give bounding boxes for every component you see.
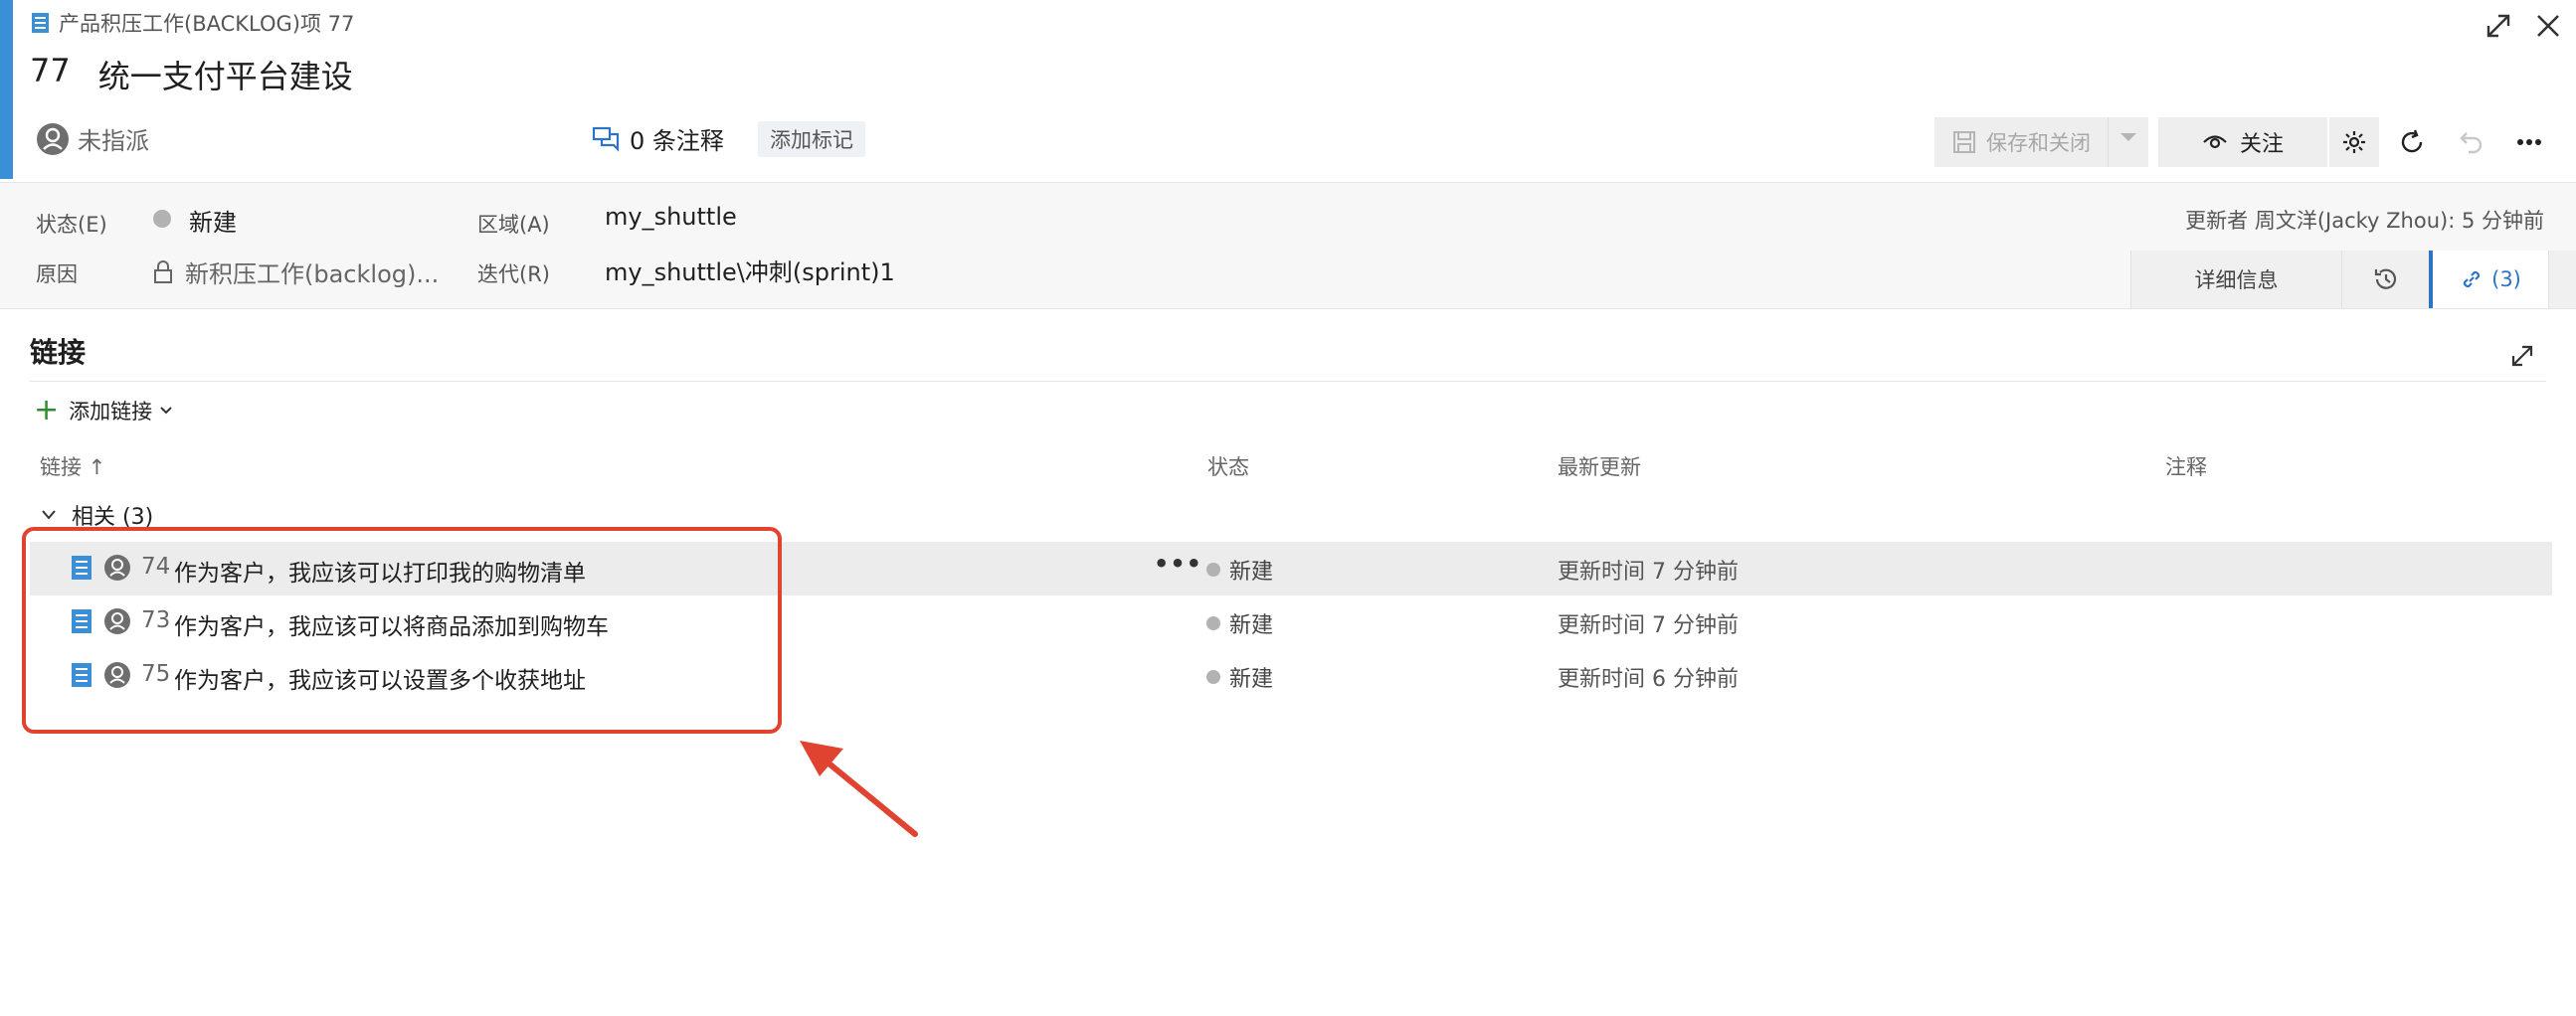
assignee-picker[interactable]: 未指派	[36, 121, 149, 156]
link-icon	[2464, 270, 2481, 288]
work-item-title-text: 统一支付平台建设	[97, 58, 353, 95]
section-divider	[30, 381, 2546, 382]
state-indicator	[153, 210, 171, 228]
backlog-item-icon	[32, 13, 49, 33]
history-icon	[2374, 268, 2396, 289]
save-icon	[1953, 131, 1975, 153]
linked-item-updated: 更新时间 6 分钟前	[1558, 667, 1739, 692]
close-button[interactable]	[2526, 4, 2570, 48]
updated-by-text: 更新者 周文洋(Jacky Zhou): 5 分钟前	[2185, 209, 2544, 233]
linked-item-state: 新建	[1229, 667, 1274, 692]
undo-icon	[2460, 132, 2483, 154]
assignee-name: 未指派	[78, 127, 149, 155]
expand-icon	[2511, 345, 2533, 367]
close-icon	[2537, 15, 2559, 37]
expand-icon	[2486, 14, 2510, 38]
annotation-arrow-icon	[800, 741, 918, 837]
state-indicator	[1206, 563, 1220, 577]
work-item-header: 产品积压工作(BACKLOG)项 77 77 统一支付平台建设 未指派 0 条注…	[0, 0, 2576, 182]
page-tabs: 详细信息 (3)	[2130, 251, 2576, 308]
follow-label: 关注	[2239, 132, 2284, 157]
linked-item-state: 新建	[1229, 560, 1274, 585]
comments-count: 0 条注释	[630, 127, 724, 155]
plus-icon: +	[34, 393, 60, 427]
add-link-button[interactable]: + 添加链接	[34, 393, 172, 428]
lock-icon	[154, 259, 172, 283]
reason-value: 新积压工作(backlog)...	[185, 260, 440, 288]
work-item-title[interactable]: 77 统一支付平台建设	[30, 52, 353, 97]
field-panel: 状态(E) 新建 原因 新积压工作(backlog)... 区域(A) my_s…	[0, 182, 2576, 309]
dropdown-caret-icon[interactable]	[2120, 133, 2136, 141]
refresh-icon	[2401, 129, 2423, 153]
row-more-button[interactable]: •••	[1154, 550, 1202, 578]
chevron-down-icon	[42, 510, 56, 520]
refresh-button[interactable]	[2387, 117, 2437, 167]
save-and-close-button[interactable]: 保存和关闭	[1934, 117, 2148, 167]
undo-button[interactable]	[2447, 117, 2496, 167]
settings-button[interactable]	[2329, 117, 2379, 167]
column-header-state[interactable]: 状态	[1207, 451, 1249, 481]
links-section-title: 链接	[30, 336, 87, 369]
add-tag-button[interactable]: 添加标记	[758, 121, 865, 157]
iteration-label: 迭代(R)	[477, 262, 550, 286]
tab-links[interactable]: (3)	[2429, 251, 2548, 308]
annotation-highlight-box	[22, 527, 782, 734]
maximize-button[interactable]	[2477, 4, 2520, 48]
state-indicator	[1206, 616, 1220, 630]
column-header-updated[interactable]: 最新更新	[1558, 451, 1641, 481]
add-link-label: 添加链接	[69, 400, 153, 423]
links-count: (3)	[2491, 267, 2521, 291]
breadcrumb: 产品积压工作(BACKLOG)项 77	[32, 8, 354, 38]
reason-field: 新积压工作(backlog)...	[153, 254, 439, 289]
iteration-field[interactable]: my_shuttle\冲刺(sprint)1	[605, 253, 895, 287]
state-field[interactable]: 新建	[189, 203, 237, 238]
reason-label: 原因	[36, 262, 78, 286]
expand-section-button[interactable]	[2502, 336, 2542, 376]
gear-icon	[2343, 131, 2365, 153]
avatar-icon	[37, 122, 69, 155]
tab-details[interactable]: 详细信息	[2130, 251, 2341, 308]
breadcrumb-text: 产品积压工作(BACKLOG)项 77	[59, 12, 355, 36]
more-icon	[2517, 139, 2541, 145]
linked-item-updated: 更新时间 7 分钟前	[1558, 560, 1739, 585]
work-item-id: 77	[30, 52, 71, 89]
area-label: 区域(A)	[477, 213, 550, 237]
follow-button[interactable]: 关注	[2158, 117, 2327, 167]
eye-icon	[2203, 135, 2227, 149]
linked-item-updated: 更新时间 7 分钟前	[1558, 613, 1739, 638]
tab-attachments[interactable]	[2548, 251, 2576, 308]
area-field[interactable]: my_shuttle	[605, 203, 737, 231]
tab-history[interactable]	[2341, 251, 2429, 308]
split-separator	[2108, 117, 2109, 167]
state-indicator	[1206, 670, 1220, 684]
column-header-comment[interactable]: 注释	[2165, 451, 2207, 481]
column-header-link[interactable]: 链接 ↑	[40, 451, 105, 481]
linked-item-state: 新建	[1229, 613, 1274, 638]
state-label: 状态(E)	[36, 213, 107, 237]
more-actions-button[interactable]	[2504, 117, 2554, 167]
comments-link[interactable]: 0 条注释	[592, 121, 724, 156]
comment-icon	[592, 126, 620, 152]
save-and-close-label: 保存和关闭	[1986, 131, 2091, 155]
type-color-bar	[0, 0, 13, 179]
chevron-down-icon	[160, 407, 172, 415]
